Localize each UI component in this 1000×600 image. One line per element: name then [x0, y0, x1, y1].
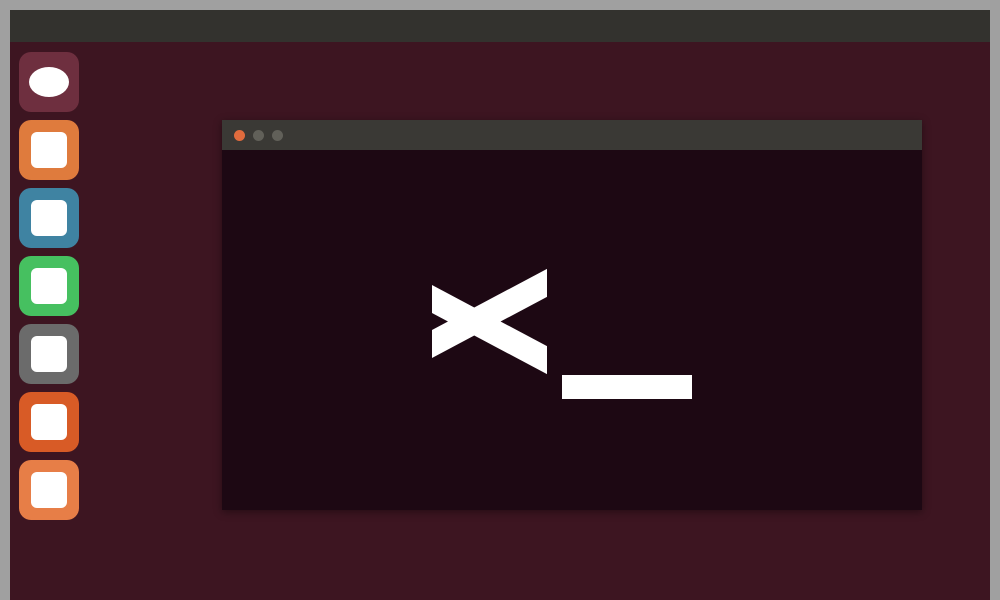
- launcher-app-blue[interactable]: [19, 188, 79, 248]
- app-icon: [31, 336, 67, 372]
- ubuntu-logo-icon: [29, 67, 69, 97]
- launcher-dock: [10, 42, 88, 600]
- prompt-cursor-icon: [562, 375, 692, 399]
- monitor-bezel: > _: [0, 0, 1000, 600]
- app-icon: [31, 404, 67, 440]
- maximize-icon[interactable]: [272, 130, 283, 141]
- launcher-app-green[interactable]: [19, 256, 79, 316]
- app-icon: [31, 472, 67, 508]
- app-icon: [31, 268, 67, 304]
- launcher-app-grey[interactable]: [19, 324, 79, 384]
- launcher-app-orange[interactable]: [19, 120, 79, 180]
- close-icon[interactable]: [234, 130, 245, 141]
- dash-home-icon[interactable]: [19, 52, 79, 112]
- launcher-app-deep-orange[interactable]: [19, 392, 79, 452]
- minimize-icon[interactable]: [253, 130, 264, 141]
- launcher-app-light-orange[interactable]: [19, 460, 79, 520]
- terminal-body[interactable]: > _: [222, 150, 922, 510]
- window-titlebar[interactable]: [222, 120, 922, 150]
- terminal-window[interactable]: > _: [222, 120, 922, 510]
- app-icon: [31, 200, 67, 236]
- prompt-caret-icon: [432, 250, 552, 390]
- desktop: > _: [10, 10, 990, 600]
- top-menu-bar[interactable]: [10, 10, 990, 42]
- app-icon: [31, 132, 67, 168]
